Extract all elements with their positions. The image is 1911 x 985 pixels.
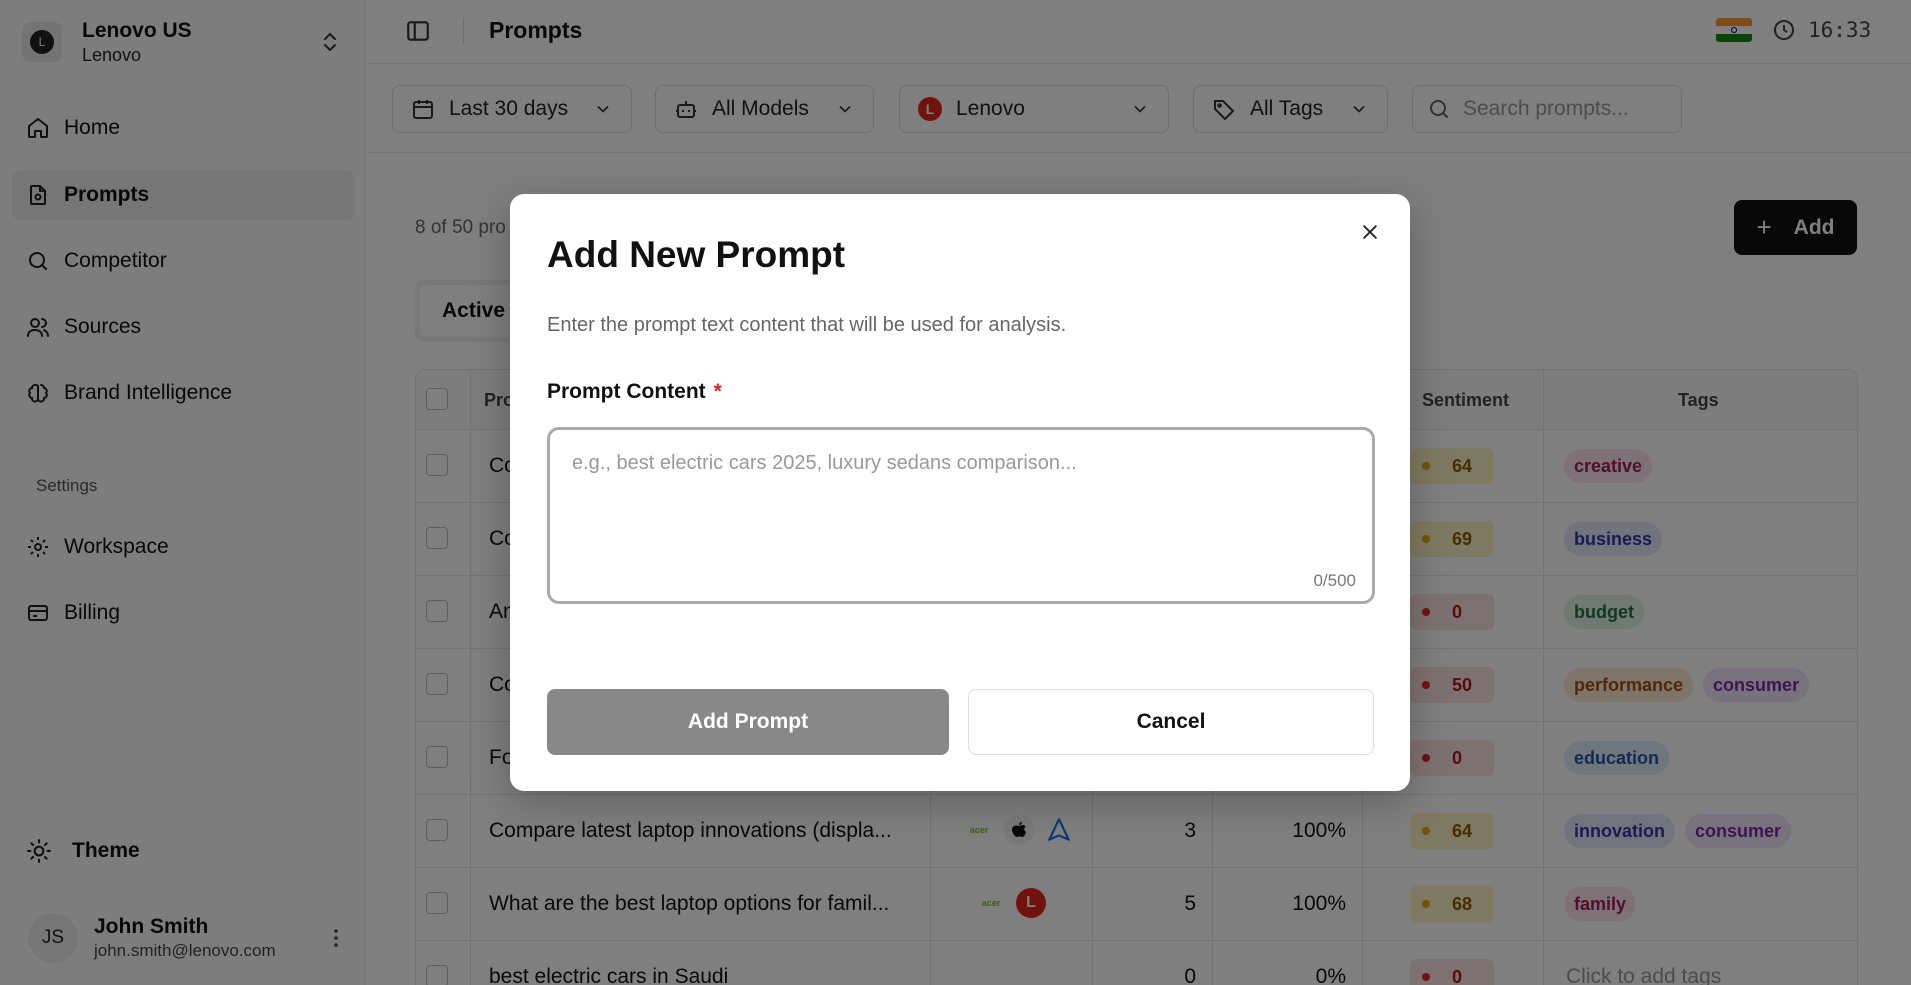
required-marker: * bbox=[713, 380, 722, 403]
cancel-button[interactable]: Cancel bbox=[968, 689, 1374, 755]
prompt-content-field[interactable]: 0/500 bbox=[547, 427, 1375, 604]
add-prompt-submit-button[interactable]: Add Prompt bbox=[547, 689, 949, 755]
character-counter: 0/500 bbox=[1313, 571, 1356, 590]
prompt-content-textarea[interactable] bbox=[572, 452, 1350, 562]
close-button[interactable] bbox=[1356, 218, 1384, 246]
close-icon bbox=[1363, 225, 1377, 239]
add-prompt-dialog: Add New Prompt Enter the prompt text con… bbox=[510, 194, 1410, 791]
dialog-description: Enter the prompt text content that will … bbox=[547, 314, 1067, 336]
dialog-title: Add New Prompt bbox=[547, 234, 846, 275]
prompt-content-label: Prompt Content * bbox=[547, 380, 722, 403]
